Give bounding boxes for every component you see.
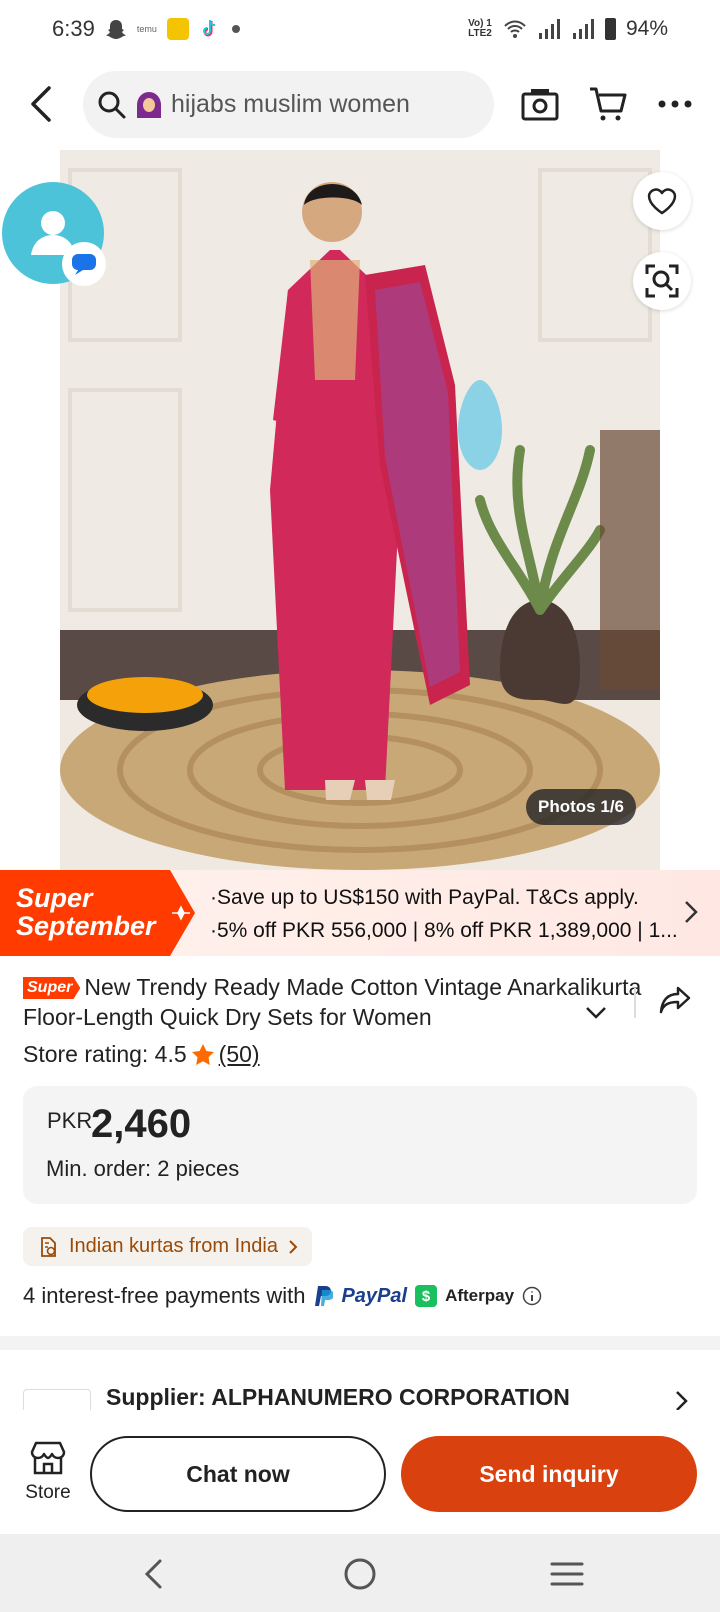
chevron-right-icon [289, 1239, 298, 1254]
camera-icon [521, 89, 559, 121]
back-button[interactable] [18, 80, 66, 128]
star-icon [191, 1043, 214, 1065]
message-bubble-icon [72, 254, 96, 275]
price-card: PKR 2,460 Min. order: 2 pieces [23, 1086, 697, 1204]
store-rating-label: Store rating: 4.5 [23, 1041, 187, 1067]
promo-line-1: ·Save up to US$150 with PayPal. T&Cs app… [210, 886, 639, 909]
supplier-label: Supplier: ALPHANUMERO CORPORATION [106, 1384, 570, 1410]
battery-icon [604, 18, 616, 40]
scan-search-icon [645, 264, 679, 298]
search-input[interactable]: hijabs muslim women [83, 71, 494, 138]
info-icon[interactable] [522, 1286, 542, 1306]
chevron-right-icon [685, 901, 698, 923]
system-back-button[interactable] [132, 1552, 176, 1596]
signal-icon [537, 18, 561, 40]
back-icon [144, 1559, 162, 1589]
wifi-icon [503, 19, 527, 39]
status-right: Vo) 1 LTE2 94% [467, 17, 668, 41]
promo-line-2-text: 5% off PKR 556,000 | 8% off PKR 1,389,00… [217, 919, 678, 942]
temu-icon: temu [136, 24, 157, 34]
product-title-text: New Trendy Ready Made Cotton Vintage Ana… [23, 974, 642, 1030]
heart-icon [647, 188, 677, 215]
cart-icon [590, 87, 627, 121]
product-photo-illustration [60, 150, 660, 870]
home-icon [344, 1558, 376, 1590]
payment-options: 4 interest-free payments with PayPal $ A… [23, 1283, 542, 1309]
divider [634, 988, 636, 1018]
product-image[interactable]: Photos 1/6 [60, 150, 660, 870]
store-icon [30, 1441, 66, 1475]
signal-icon [571, 18, 595, 40]
origin-text: Indian kurtas from India [69, 1235, 278, 1257]
dot-icon [231, 24, 241, 34]
afterpay-icon: $ [415, 1285, 438, 1307]
rating-count-link[interactable]: (50) [219, 1041, 260, 1068]
system-nav-bar [0, 1534, 720, 1612]
product-title[interactable]: Super New Trendy Ready Made Cotton Vintag… [23, 972, 643, 1032]
cart-button[interactable] [586, 82, 630, 126]
top-nav: hijabs muslim women [0, 68, 720, 140]
promo-tag-line2: September [16, 911, 156, 941]
battery-percent: 94% [625, 17, 668, 40]
expand-title-button[interactable] [585, 1006, 607, 1020]
camera-search-button[interactable] [518, 82, 562, 126]
tiktok-icon [199, 18, 221, 40]
more-button[interactable] [653, 82, 697, 126]
payment-prefix: 4 interest-free payments with [23, 1283, 306, 1308]
promo-banner[interactable]: Super September ·Save up to US$150 with … [0, 870, 720, 956]
action-bar: Store Chat now Send inquiry [0, 1410, 720, 1534]
status-bar: 6:39 temu Vo) 1 LTE2 94% [0, 0, 720, 58]
price-value: 2,460 [91, 1102, 192, 1146]
network-label: Vo) 1 LTE2 [468, 18, 492, 39]
paypal-icon [315, 1286, 334, 1306]
menu-icon [550, 1562, 584, 1586]
promo-tag-text: Super September [16, 884, 156, 940]
search-query: hijabs muslim women [171, 90, 410, 118]
photo-counter[interactable]: Photos 1/6 [526, 789, 636, 825]
favorite-button[interactable] [633, 172, 691, 230]
promo-tag-line1: Super [16, 883, 93, 913]
system-home-button[interactable] [338, 1552, 382, 1596]
super-badge: Super [23, 977, 81, 999]
share-icon[interactable] [658, 985, 692, 1015]
system-recents-button[interactable] [545, 1552, 589, 1596]
min-order: Min. order: 2 pieces [46, 1156, 240, 1181]
store-rating: Store rating: 4.5 (50) [23, 1041, 260, 1068]
search-icon [98, 91, 126, 118]
send-inquiry-button[interactable]: Send inquiry [401, 1436, 697, 1512]
status-left: 6:39 temu [52, 16, 241, 42]
price-currency: PKR [47, 1108, 93, 1133]
image-search-button[interactable] [633, 252, 691, 310]
promo-line-1-text: Save up to US$150 with PayPal. T&Cs appl… [217, 886, 639, 909]
chevron-right-icon [676, 1391, 688, 1411]
hijab-emoji-icon [137, 91, 161, 118]
afterpay-label: Afterpay [445, 1286, 515, 1305]
app-icon [166, 18, 189, 40]
message-badge [62, 242, 106, 286]
section-divider [0, 1336, 720, 1350]
more-icon [658, 100, 692, 108]
store-button[interactable]: Store [18, 1440, 78, 1504]
promo-line-2: ·5% off PKR 556,000 | 8% off PKR 1,389,0… [210, 919, 678, 942]
back-arrow-icon [31, 86, 51, 122]
snapchat-icon [105, 18, 127, 40]
store-label: Store [25, 1482, 71, 1503]
chat-now-button[interactable]: Chat now [90, 1436, 386, 1512]
origin-chip[interactable]: Indian kurtas from India [23, 1227, 312, 1266]
status-time: 6:39 [52, 16, 95, 41]
paypal-label: PayPal [341, 1284, 408, 1307]
origin-icon [41, 1236, 56, 1257]
